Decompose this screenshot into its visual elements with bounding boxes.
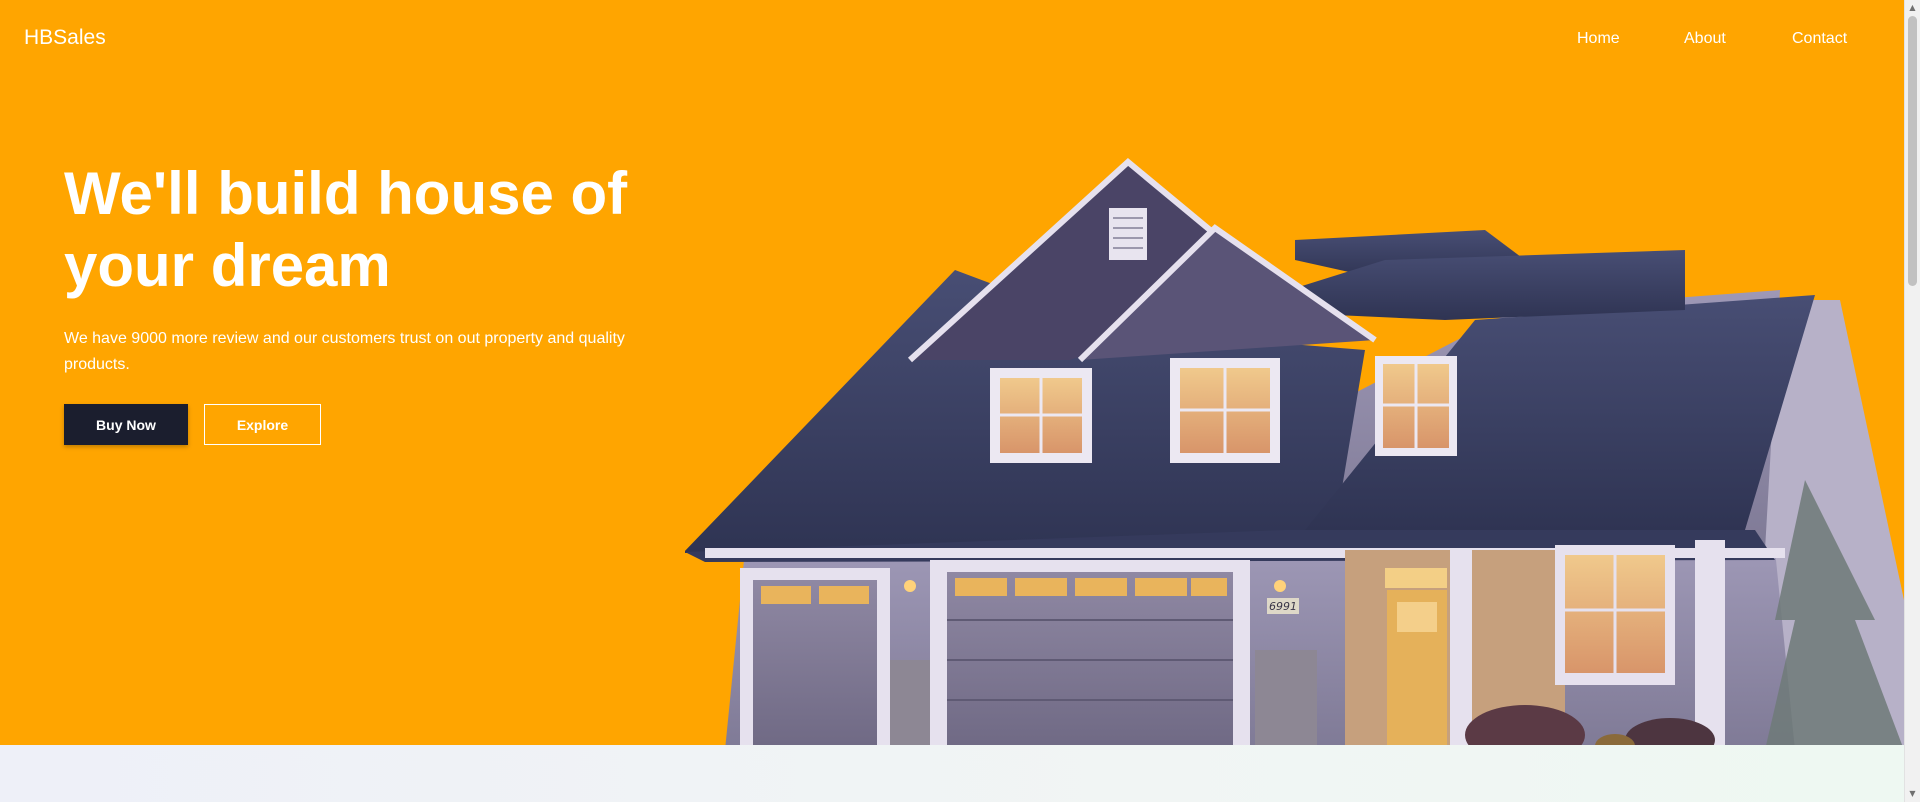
scroll-down-icon[interactable]: ▼ bbox=[1905, 787, 1920, 801]
scroll-up-icon[interactable]: ▲ bbox=[1905, 1, 1920, 15]
brand-logo[interactable]: HBSales bbox=[24, 26, 106, 50]
nav-contact[interactable]: Contact bbox=[1792, 30, 1847, 48]
house-image: 6991 bbox=[685, 158, 1904, 745]
page-scrollbar[interactable]: ▲ ▼ bbox=[1904, 0, 1920, 802]
house-number: 6991 bbox=[1269, 600, 1297, 613]
nav-about[interactable]: About bbox=[1684, 30, 1726, 48]
explore-button[interactable]: Explore bbox=[204, 404, 321, 445]
buy-now-button[interactable]: Buy Now bbox=[64, 404, 188, 445]
nav-home[interactable]: Home bbox=[1577, 30, 1620, 48]
scrollbar-thumb[interactable] bbox=[1908, 16, 1917, 286]
hero-headline: We'll build house of your dream bbox=[64, 160, 628, 299]
next-section-preview bbox=[0, 745, 1904, 802]
hero-section: HBSales Home About Contact We'll build h… bbox=[0, 0, 1904, 745]
hero-subtext: We have 9000 more review and our custome… bbox=[64, 330, 625, 373]
